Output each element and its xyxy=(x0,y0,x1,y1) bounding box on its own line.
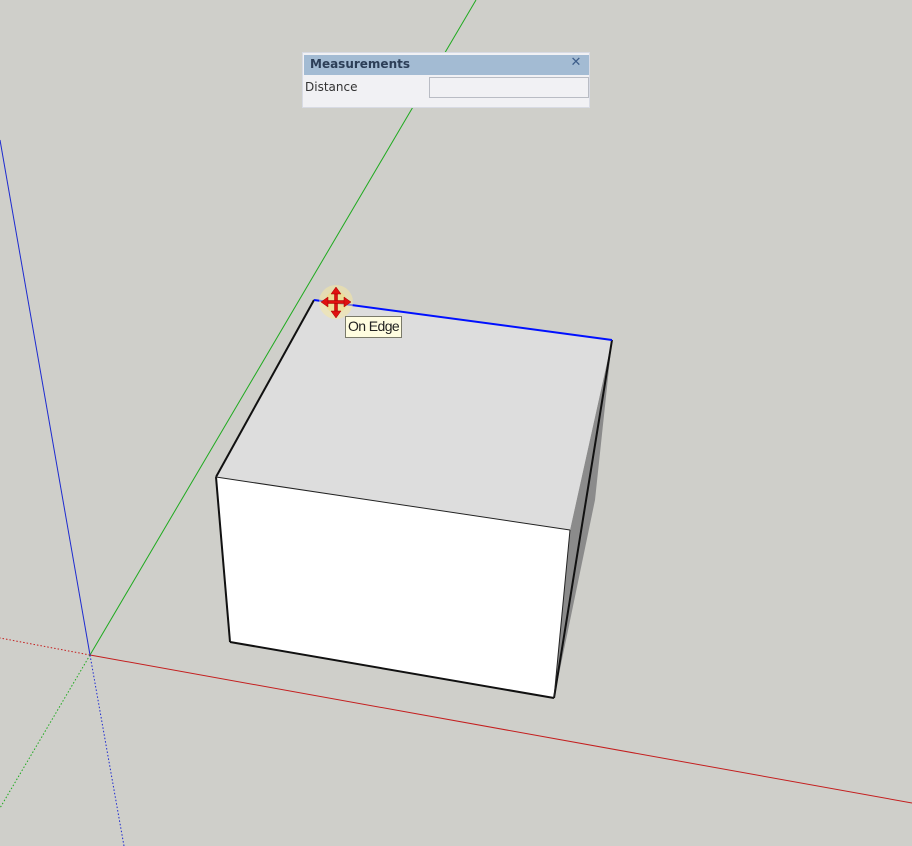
measurements-title: Measurements xyxy=(310,57,410,71)
close-icon[interactable]: ✕ xyxy=(569,56,583,70)
green-axis-negative xyxy=(0,654,91,809)
red-axis-negative xyxy=(0,637,91,656)
measurements-titlebar[interactable]: Measurements ✕ xyxy=(304,55,589,75)
drawing-viewport[interactable]: On Edge Measurements ✕ Distance xyxy=(0,0,912,846)
inference-tooltip: On Edge xyxy=(345,316,403,338)
distance-label: Distance xyxy=(305,80,358,94)
move-arrows-icon xyxy=(319,285,353,319)
measurements-panel: Measurements ✕ Distance xyxy=(302,52,590,108)
distance-input[interactable] xyxy=(429,77,589,98)
blue-axis-negative xyxy=(89,654,125,846)
blue-axis xyxy=(0,139,91,656)
model-scene[interactable] xyxy=(0,0,912,846)
